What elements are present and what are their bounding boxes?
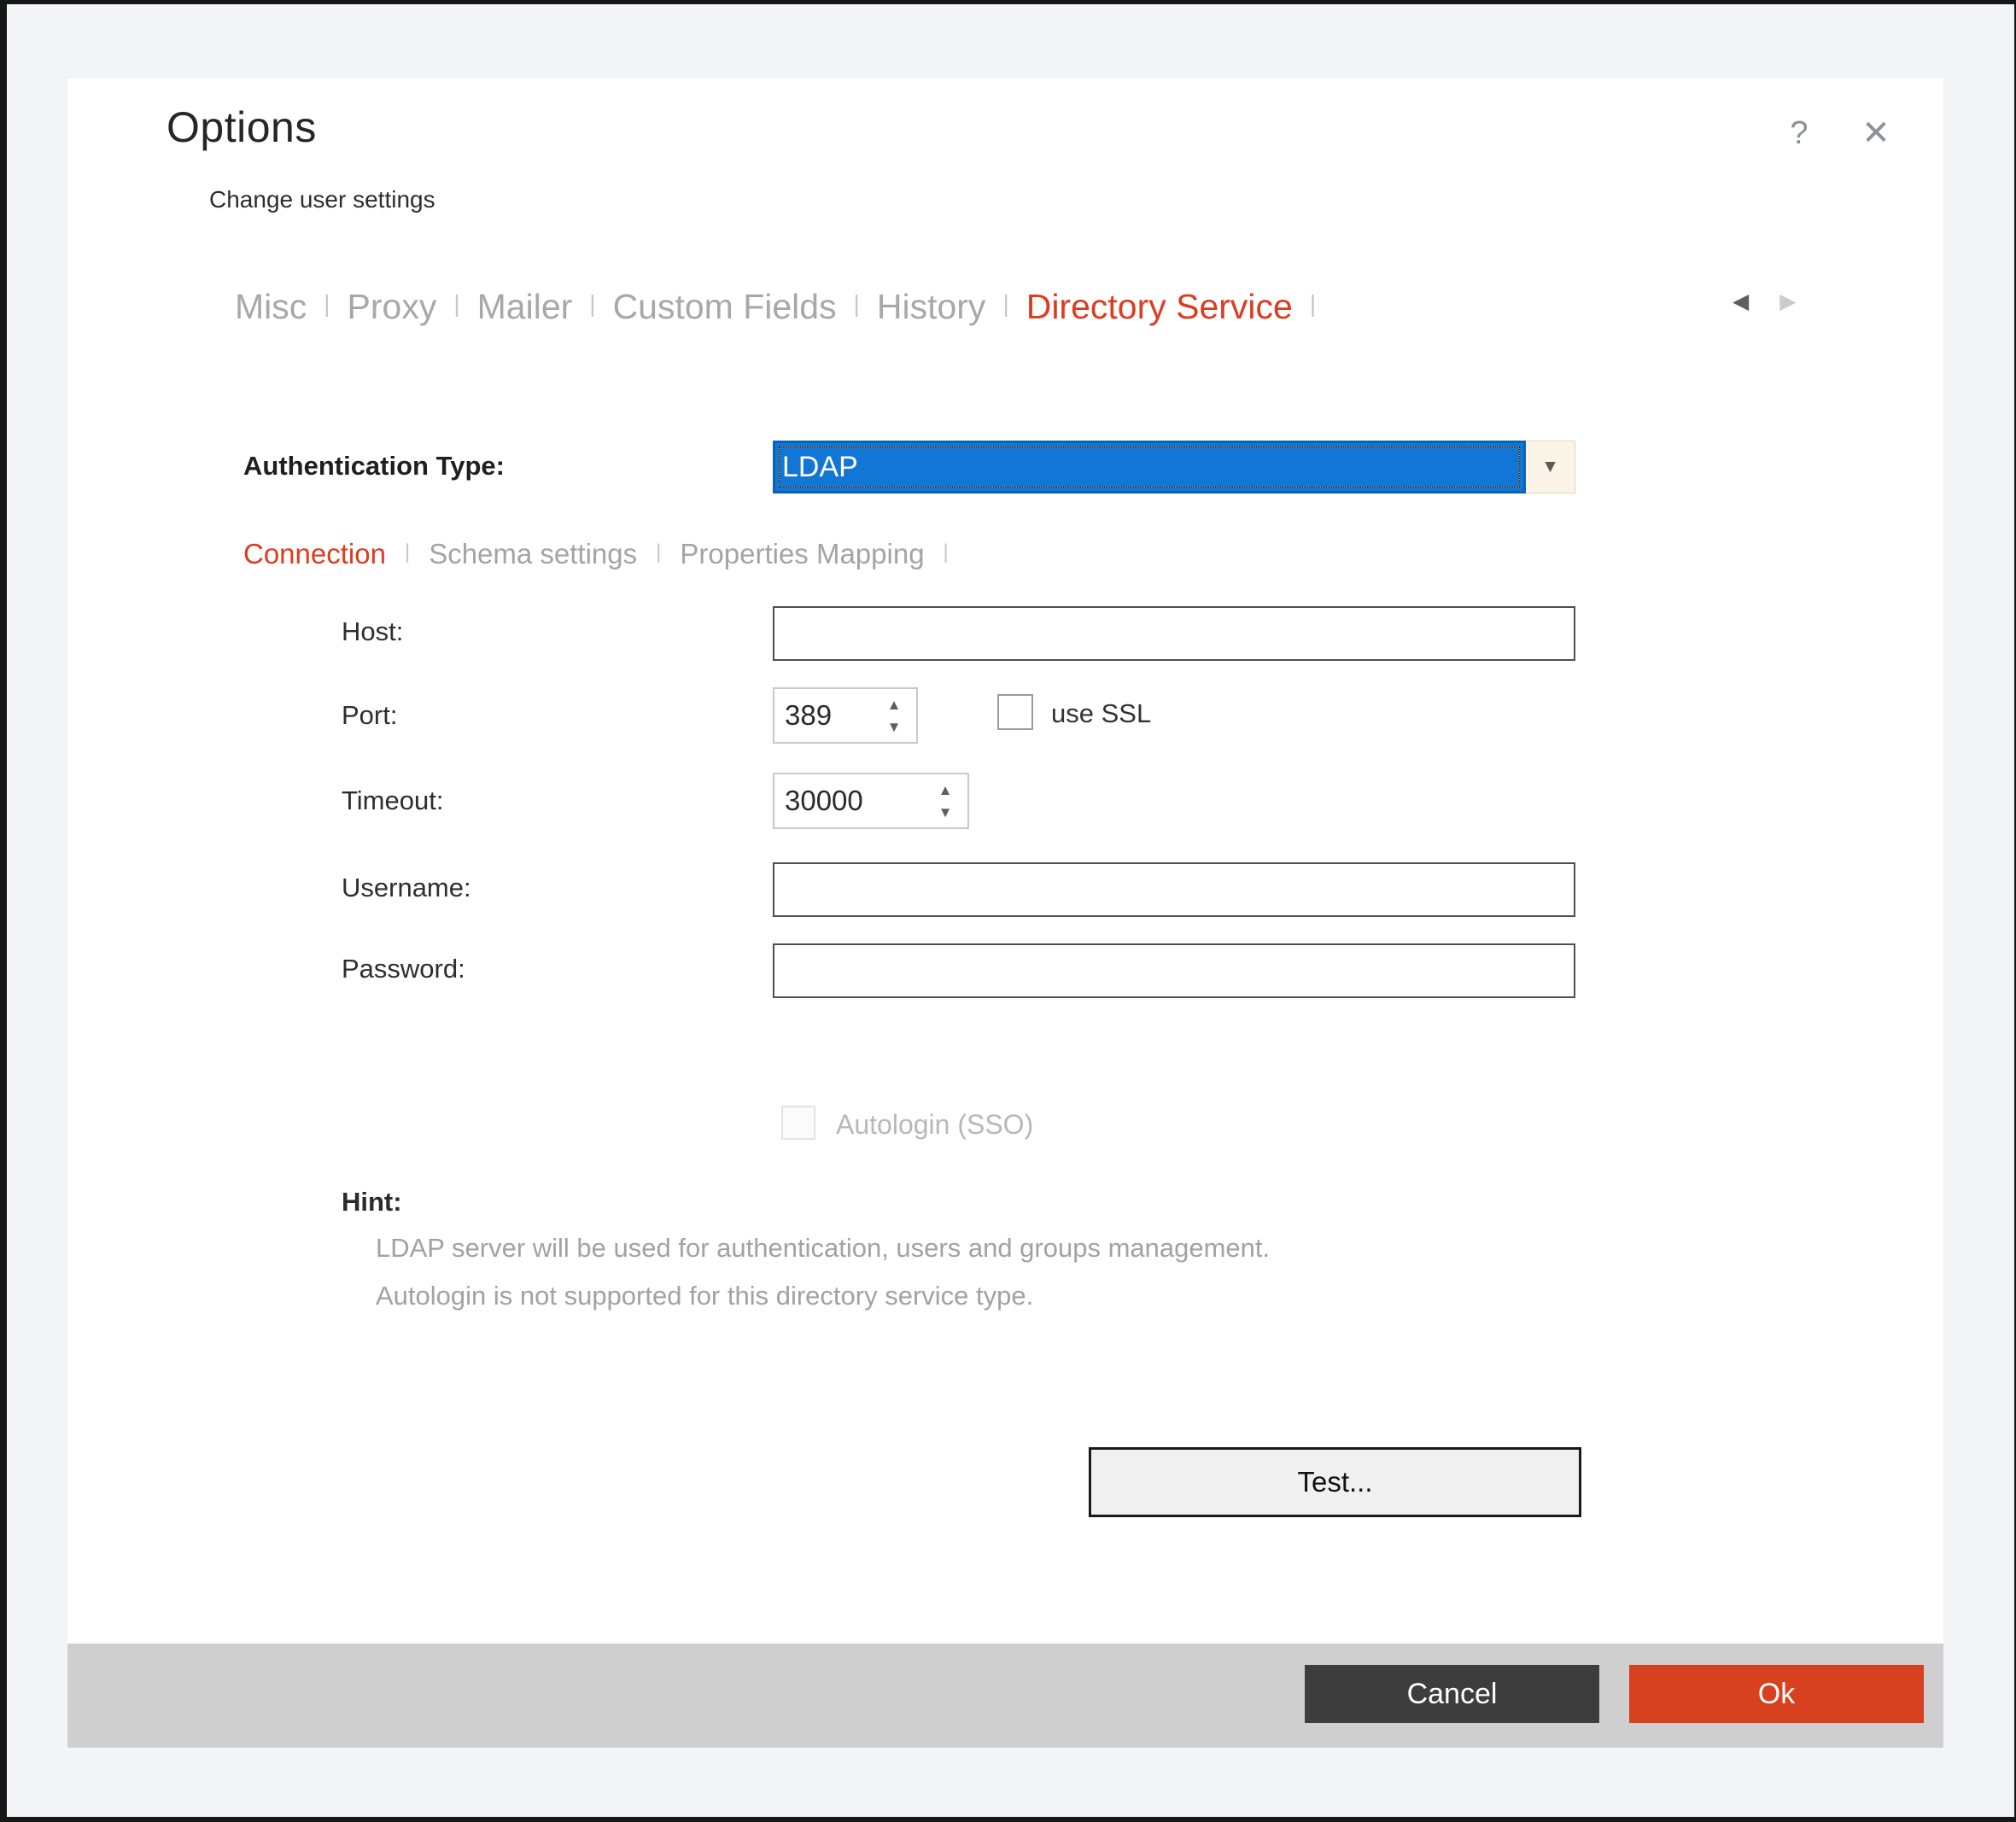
footer-bar: Cancel Ok [67, 1644, 1943, 1748]
host-label: Host: [342, 616, 403, 647]
password-label: Password: [342, 954, 465, 984]
dialog-subtitle: Change user settings [209, 186, 435, 213]
tab-scroll-controls: ◀ ▶ [1733, 289, 1796, 314]
subtab-bar: Connection | Schema settings | Propertie… [243, 538, 949, 570]
port-input[interactable] [774, 689, 877, 742]
subtab-schema-settings[interactable]: Schema settings [410, 538, 656, 570]
host-input[interactable] [773, 606, 1575, 661]
hint-line: Autologin is not supported for this dire… [376, 1281, 1033, 1311]
dropdown-selected-area: LDAP [773, 441, 1526, 493]
tab-mailer[interactable]: Mailer [460, 287, 590, 327]
spin-up-icon[interactable]: ▲ [938, 783, 953, 797]
subtab-separator: | [656, 540, 661, 564]
authentication-type-dropdown[interactable]: LDAP ▼ [773, 441, 1575, 493]
hint-heading: Hint: [342, 1187, 402, 1218]
close-icon[interactable]: ✕ [1852, 109, 1900, 157]
dropdown-selected-value: LDAP [782, 443, 858, 491]
autologin-label: Autologin (SSO) [836, 1109, 1033, 1141]
tab-scroll-right-icon: ▶ [1779, 289, 1796, 314]
hint-line: LDAP server will be used for authenticat… [376, 1233, 1270, 1264]
spin-down-icon[interactable]: ▼ [938, 805, 953, 820]
tab-custom-fields[interactable]: Custom Fields [596, 287, 854, 327]
timeout-spin-buttons: ▲ ▼ [928, 774, 967, 827]
use-ssl-checkbox[interactable] [997, 694, 1033, 730]
dialog-title: Options [167, 102, 317, 152]
options-dialog: Options ? ✕ Change user settings Misc | … [67, 79, 1943, 1748]
spin-down-icon[interactable]: ▼ [887, 720, 902, 734]
timeout-spinner: ▲ ▼ [773, 773, 969, 829]
tab-separator: | [1002, 290, 1008, 318]
tab-separator: | [453, 290, 459, 318]
subtab-properties-mapping[interactable]: Properties Mapping [661, 538, 943, 570]
port-spin-buttons: ▲ ▼ [877, 689, 916, 742]
tab-separator: | [589, 290, 595, 318]
tab-scroll-left-icon[interactable]: ◀ [1733, 289, 1749, 314]
dropdown-arrow-icon[interactable]: ▼ [1526, 441, 1575, 493]
screen: { "window": { "title": "Options", "subti… [0, 0, 2016, 1822]
tab-history[interactable]: History [860, 287, 1003, 327]
subtab-connection[interactable]: Connection [243, 538, 405, 570]
tab-misc[interactable]: Misc [235, 287, 324, 327]
spin-up-icon[interactable]: ▲ [887, 698, 902, 712]
subtab-separator: | [405, 540, 410, 564]
use-ssl-label: use SSL [1051, 698, 1151, 729]
ok-button[interactable]: Ok [1629, 1665, 1924, 1723]
tab-separator: | [324, 290, 330, 318]
username-label: Username: [342, 873, 471, 903]
subtab-separator: | [944, 540, 949, 564]
help-icon[interactable]: ? [1775, 109, 1823, 157]
focus-rect [779, 447, 1520, 488]
timeout-label: Timeout: [342, 785, 443, 816]
username-input[interactable] [773, 862, 1575, 917]
tab-separator: | [854, 290, 860, 318]
tab-separator: | [1310, 290, 1316, 318]
tab-bar: Misc | Proxy | Mailer | Custom Fields | … [235, 287, 1316, 327]
test-button[interactable]: Test... [1089, 1447, 1581, 1517]
password-input[interactable] [773, 943, 1575, 998]
port-spinner: ▲ ▼ [773, 687, 918, 744]
tab-directory-service[interactable]: Directory Service [1009, 287, 1310, 327]
tab-proxy[interactable]: Proxy [330, 287, 454, 327]
authentication-type-label: Authentication Type: [243, 451, 505, 482]
port-label: Port: [342, 700, 397, 731]
cancel-button[interactable]: Cancel [1305, 1665, 1599, 1723]
autologin-checkbox [781, 1106, 815, 1140]
timeout-input[interactable] [774, 774, 928, 827]
